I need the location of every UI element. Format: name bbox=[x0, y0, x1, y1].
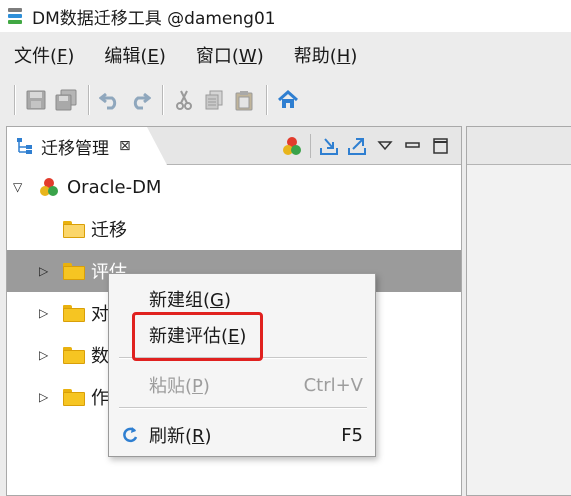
view-actions-separator bbox=[310, 134, 311, 158]
folder-icon bbox=[63, 388, 85, 406]
paste-icon[interactable] bbox=[230, 85, 258, 115]
window-title: DM数据迁移工具 @dameng01 bbox=[32, 8, 276, 29]
menu-file[interactable]: 文件(F) bbox=[10, 38, 78, 72]
connect-icon[interactable] bbox=[278, 132, 306, 160]
tab-label: 迁移管理 bbox=[41, 138, 109, 159]
copy-icon[interactable] bbox=[200, 85, 228, 115]
folder-open-icon bbox=[63, 220, 85, 238]
folder-icon bbox=[63, 262, 85, 280]
undo-icon[interactable] bbox=[96, 85, 124, 115]
tree-item-migration[interactable]: 迁移 bbox=[7, 208, 461, 250]
tree-root-label: Oracle-DM bbox=[67, 176, 162, 198]
menu-help[interactable]: 帮助(H) bbox=[290, 38, 362, 72]
expand-icon[interactable]: ▷ bbox=[39, 306, 48, 320]
menu-item-shortcut: F5 bbox=[341, 424, 363, 446]
maximize-icon[interactable] bbox=[427, 132, 455, 160]
export-icon[interactable] bbox=[343, 132, 371, 160]
save-icon[interactable] bbox=[22, 85, 50, 115]
collapse-icon[interactable]: ▽ bbox=[13, 180, 22, 194]
tree-item-label: 数 bbox=[91, 346, 109, 367]
tree-item-label: 对 bbox=[91, 304, 109, 325]
menu-bar: 文件(F) 编辑(E) 窗口(W) 帮助(H) bbox=[0, 36, 571, 74]
toolbar bbox=[0, 78, 571, 122]
menu-edit[interactable]: 编辑(E) bbox=[100, 38, 169, 72]
menu-window[interactable]: 窗口(W) bbox=[192, 38, 268, 72]
folder-icon bbox=[63, 304, 85, 322]
redo-icon[interactable] bbox=[126, 85, 154, 115]
toolbar-separator bbox=[88, 85, 90, 115]
editor-header bbox=[467, 127, 571, 165]
import-icon[interactable] bbox=[315, 132, 343, 160]
highlight-annotation bbox=[132, 312, 263, 361]
app-icon bbox=[6, 6, 26, 26]
database-icon bbox=[39, 177, 59, 197]
close-tab-icon[interactable]: ⊠ bbox=[119, 138, 131, 154]
title-bar: DM数据迁移工具 @dameng01 bbox=[0, 0, 571, 32]
minimize-icon[interactable] bbox=[399, 132, 427, 160]
tree-view-icon bbox=[15, 136, 35, 156]
toolbar-separator bbox=[14, 85, 16, 115]
expand-icon[interactable]: ▷ bbox=[39, 264, 48, 278]
expand-icon[interactable]: ▷ bbox=[39, 348, 48, 362]
refresh-icon bbox=[121, 426, 139, 444]
context-menu: 新建组(G) 新建评估(E) 粘贴(P) Ctrl+V 刷新(R) F5 bbox=[108, 273, 376, 457]
editor-area bbox=[466, 126, 571, 496]
folder-icon bbox=[63, 346, 85, 364]
view-actions bbox=[278, 127, 455, 165]
tree-item-label: 作 bbox=[91, 388, 109, 409]
menu-separator bbox=[119, 407, 367, 409]
menu-item-shortcut: Ctrl+V bbox=[303, 374, 363, 396]
menu-item-label: 粘贴(P) bbox=[149, 376, 210, 397]
menu-item-new-group[interactable]: 新建组(G) bbox=[109, 282, 375, 316]
toolbar-separator bbox=[266, 85, 268, 115]
menu-item-label: 新建组(G) bbox=[149, 290, 232, 311]
tab-migration-management[interactable]: 迁移管理 ⊠ bbox=[7, 127, 167, 165]
toolbar-separator bbox=[162, 85, 164, 115]
home-icon[interactable] bbox=[274, 85, 302, 115]
expand-icon[interactable]: ▷ bbox=[39, 390, 48, 404]
menu-item-label: 刷新(R) bbox=[149, 426, 212, 447]
tree-root-oracle-dm[interactable]: ▽ Oracle-DM bbox=[7, 166, 461, 208]
tree-item-label: 迁移 bbox=[91, 220, 127, 241]
menu-item-paste[interactable]: 粘贴(P) Ctrl+V bbox=[109, 368, 375, 402]
view-menu-icon[interactable] bbox=[371, 132, 399, 160]
cut-icon[interactable] bbox=[170, 85, 198, 115]
menu-item-refresh[interactable]: 刷新(R) F5 bbox=[109, 418, 375, 452]
save-all-icon[interactable] bbox=[52, 85, 80, 115]
view-header: 迁移管理 ⊠ bbox=[7, 127, 461, 165]
